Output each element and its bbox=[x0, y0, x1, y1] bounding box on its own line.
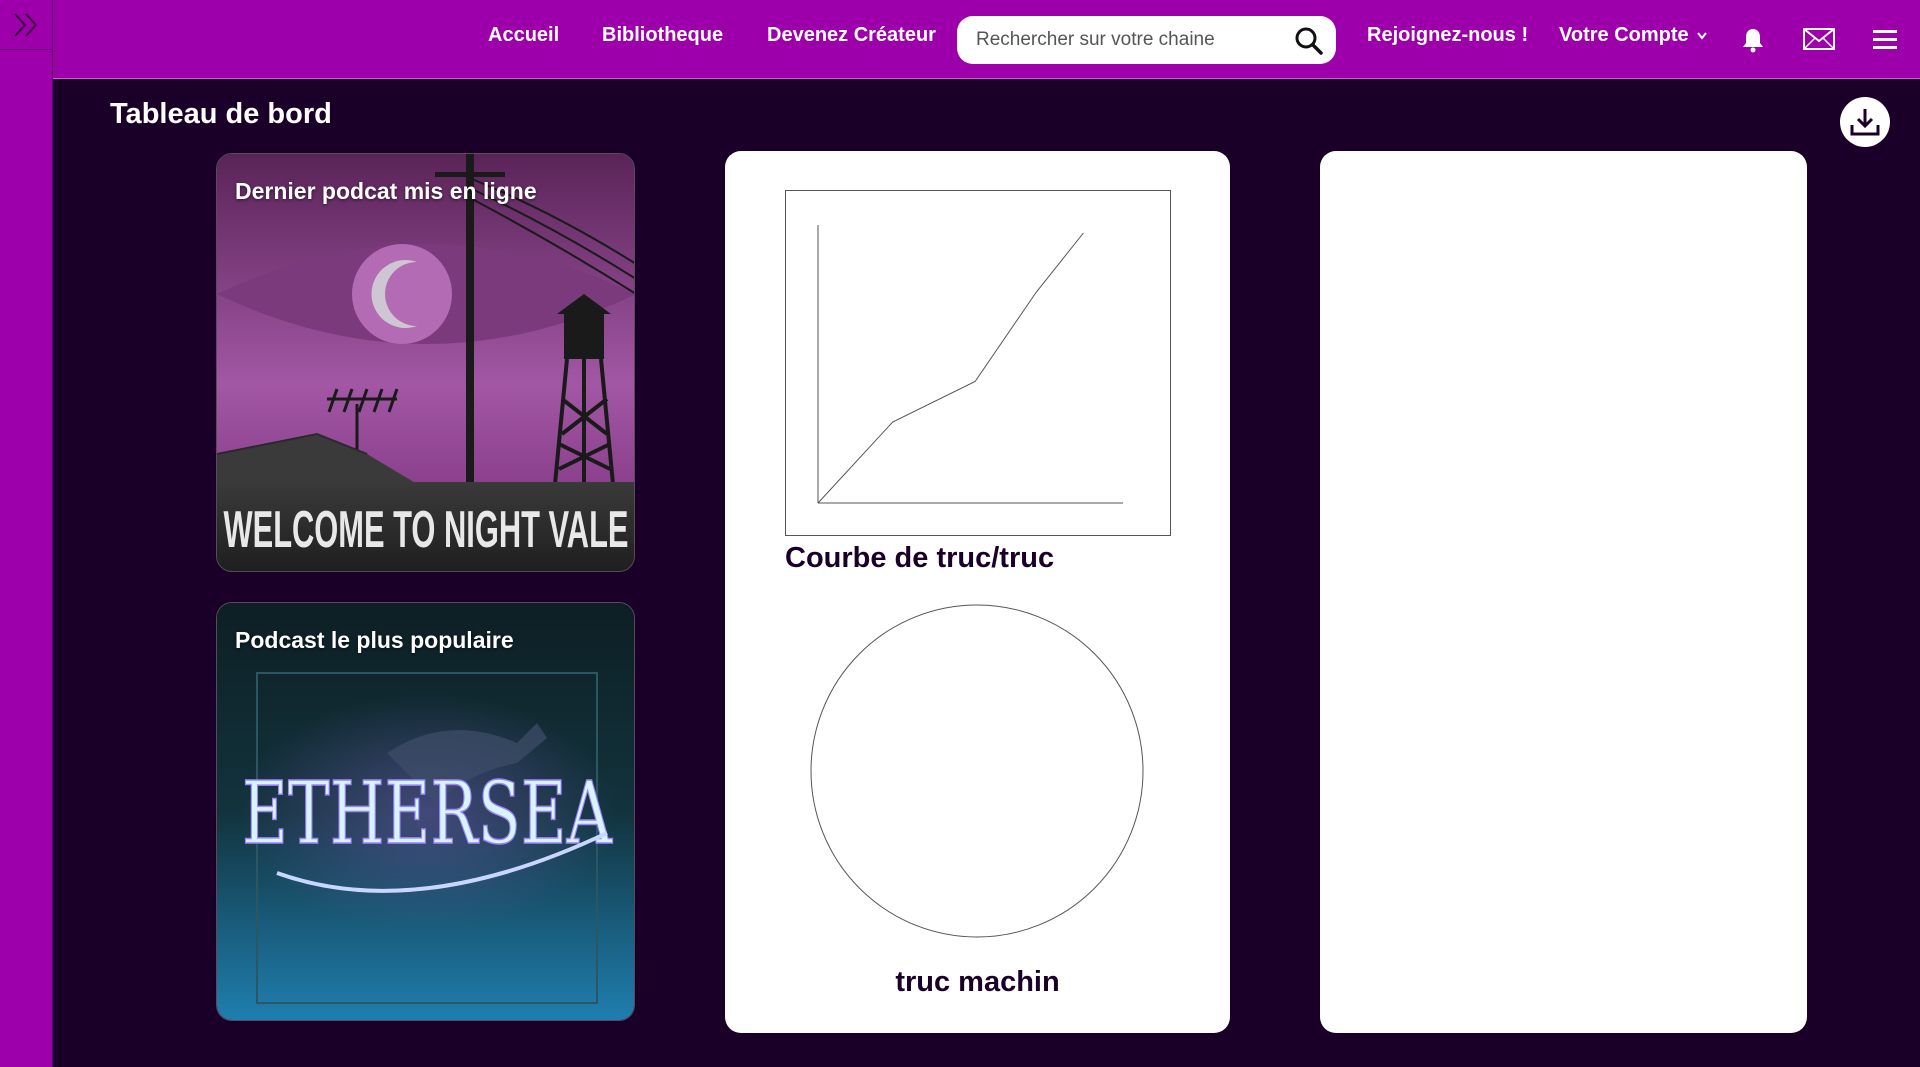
search-icon[interactable] bbox=[1294, 26, 1324, 56]
latest-podcast-artwork: WELCOME TO NIGHT VALE bbox=[217, 154, 634, 571]
popular-podcast-card[interactable]: ETHERSEA Podcast le plus populaire bbox=[216, 602, 635, 1021]
nav-link-join[interactable]: Rejoignez-nous ! bbox=[1367, 24, 1528, 47]
pie-chart-caption: truc machin bbox=[895, 966, 1060, 998]
mail-icon[interactable] bbox=[1803, 28, 1835, 50]
search-input[interactable] bbox=[976, 20, 1276, 60]
page-title: Tableau de bord bbox=[110, 98, 332, 130]
pie-chart bbox=[810, 604, 1144, 938]
line-chart-caption: Courbe de truc/truc bbox=[785, 542, 1055, 574]
sidebar-rail bbox=[0, 0, 53, 1067]
line-chart-frame bbox=[785, 190, 1171, 536]
chevron-down-icon bbox=[1697, 32, 1707, 40]
account-dropdown-label: Votre Compte bbox=[1559, 24, 1689, 46]
double-chevron-right-icon bbox=[13, 12, 37, 37]
download-icon bbox=[1850, 109, 1880, 136]
latest-podcast-label: Dernier podcat mis en ligne bbox=[235, 178, 537, 204]
bell-icon[interactable] bbox=[1741, 27, 1765, 53]
popular-podcast-label: Podcast le plus populaire bbox=[235, 627, 514, 653]
popular-podcast-artwork-title: ETHERSEA bbox=[242, 764, 613, 864]
empty-widget-panel bbox=[1320, 151, 1807, 1033]
sidebar-toggle-button[interactable] bbox=[0, 0, 53, 50]
search-bar bbox=[957, 16, 1336, 64]
line-chart bbox=[785, 190, 1171, 536]
nav-link-home[interactable]: Accueil bbox=[488, 24, 559, 47]
nav-link-become-creator[interactable]: Devenez Créateur bbox=[767, 24, 936, 47]
pie-chart-outline bbox=[810, 604, 1144, 938]
hamburger-menu-icon[interactable] bbox=[1872, 28, 1898, 50]
latest-podcast-card[interactable]: WELCOME TO NIGHT VALE Dernier podcat mis… bbox=[216, 153, 635, 572]
popular-podcast-artwork: ETHERSEA bbox=[217, 603, 634, 1020]
nav-link-library[interactable]: Bibliotheque bbox=[602, 24, 723, 47]
account-dropdown[interactable]: Votre Compte bbox=[1559, 24, 1708, 47]
latest-podcast-artwork-title: WELCOME TO NIGHT VALE bbox=[224, 501, 629, 559]
top-navigation-bar: Accueil Bibliotheque Devenez Créateur Re… bbox=[53, 0, 1920, 79]
download-button[interactable] bbox=[1840, 97, 1890, 147]
charts-panel: Courbe de truc/truc truc machin bbox=[725, 151, 1230, 1033]
